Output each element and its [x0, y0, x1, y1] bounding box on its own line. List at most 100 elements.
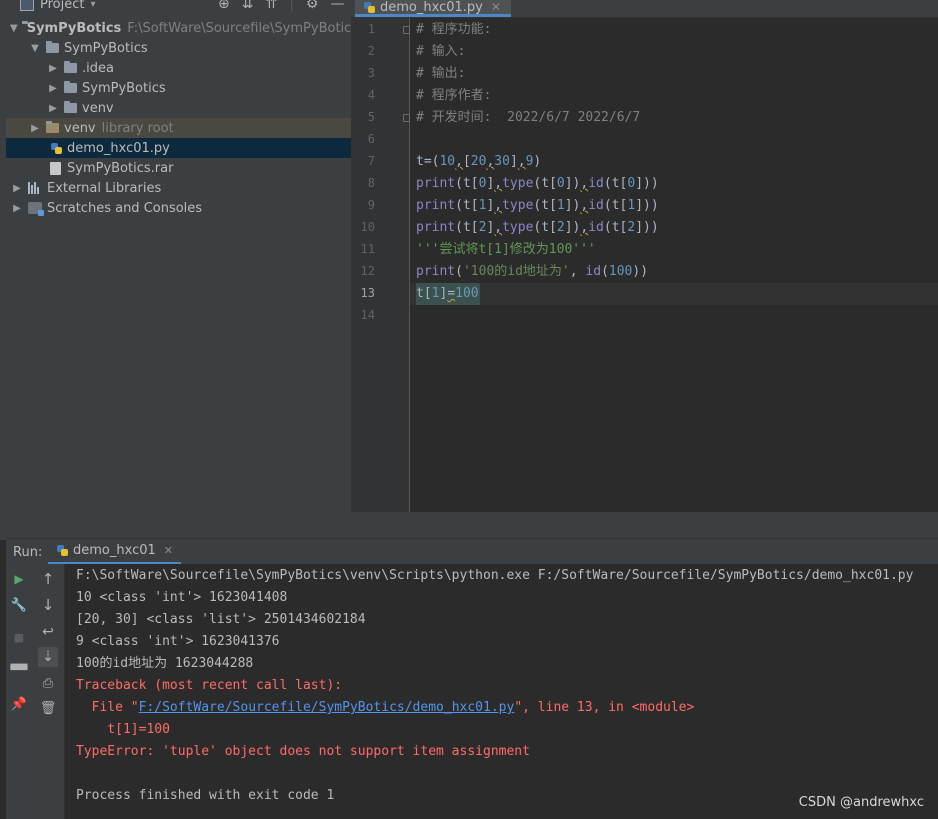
- close-icon[interactable]: ✕: [491, 0, 501, 14]
- collapse-all-icon[interactable]: ⇈: [265, 0, 277, 12]
- process-exit-line: Process finished with exit code 1: [76, 788, 335, 803]
- tree-item-label: SymPyBotics.rar: [67, 160, 174, 176]
- folder-icon: [64, 81, 77, 93]
- current-line-highlight: [410, 283, 938, 305]
- code-line-3: # 输出:: [416, 66, 466, 81]
- tree-item-label: demo_hxc01.py: [67, 140, 170, 156]
- line-number: 4: [367, 88, 375, 102]
- archive-file-icon: [50, 161, 61, 175]
- tree-item-sympybotics-folder[interactable]: ▼ SymPyBotics: [6, 38, 351, 58]
- scroll-to-end-icon[interactable]: ⇣: [38, 647, 58, 667]
- tree-item-external-libraries[interactable]: ▶ External Libraries: [6, 178, 351, 198]
- line-number: 6: [367, 132, 375, 146]
- line-number: 13: [360, 286, 375, 300]
- folder-icon: [64, 61, 77, 73]
- tree-item-venv-library-root[interactable]: ▶ venv library root: [6, 118, 351, 138]
- line-number: 14: [360, 308, 375, 322]
- line-number: 2: [367, 44, 375, 58]
- arrow-down-icon[interactable]: ↓: [38, 595, 58, 615]
- trash-icon[interactable]: 🗑: [38, 698, 58, 718]
- project-panel-header: Project ▾ ⊕ ⇊ ⇈ | ⚙ —: [6, 0, 351, 16]
- soft-wrap-icon[interactable]: ↩: [38, 622, 58, 642]
- line-number: 5: [367, 110, 375, 124]
- run-tab-label: demo_hxc01: [73, 543, 156, 558]
- scratches-icon: [28, 202, 44, 216]
- line-number: 8: [367, 176, 375, 190]
- stop-icon[interactable]: ■: [9, 627, 29, 647]
- error-message: TypeError: 'tuple' object does not suppo…: [76, 744, 530, 759]
- tree-item-sympybotics-rar[interactable]: SymPyBotics.rar: [6, 158, 351, 178]
- traceback-file-link[interactable]: F:/SoftWare/Sourcefile/SymPyBotics/demo_…: [139, 700, 515, 715]
- project-view-selector[interactable]: Project ▾: [20, 0, 96, 12]
- tree-item-label: SymPyBotics: [64, 40, 148, 56]
- python-file-icon: [363, 1, 375, 14]
- console-line: 100的id地址为 1623044288: [76, 656, 254, 671]
- editor-breadcrumb-bar: [351, 512, 938, 538]
- tree-item-sympybotics-sub[interactable]: ▶ SymPyBotics: [6, 78, 351, 98]
- tree-item-path: F:\SoftWare\Sourcefile\SymPyBotics: [127, 20, 351, 36]
- tree-item-venv-sub[interactable]: ▶ venv: [6, 98, 351, 118]
- chevron-right-icon: ▶: [49, 82, 57, 94]
- layout-icon[interactable]: ▀▀: [9, 660, 29, 680]
- traceback-file-line: File "F:/SoftWare/Sourcefile/SymPyBotics…: [76, 697, 695, 719]
- code-line-13: t[1]=100: [416, 286, 479, 301]
- rerun-icon[interactable]: ▶: [9, 569, 29, 589]
- watermark: CSDN @andrewhxc: [798, 795, 924, 810]
- code-line-11: '''尝试将t[1]修改为100''': [416, 242, 596, 257]
- line-number: 11: [360, 242, 375, 256]
- arrow-up-icon[interactable]: ↑: [38, 569, 58, 589]
- chevron-right-icon: ▶: [31, 122, 39, 134]
- console-output[interactable]: F:\SoftWare\Sourcefile\SymPyBotics\venv\…: [64, 564, 938, 819]
- tree-item-label: Scratches and Consoles: [47, 200, 203, 216]
- project-panel: Project ▾ ⊕ ⇊ ⇈ | ⚙ — ▼ SymPyBotics F:\S…: [6, 0, 351, 538]
- folder-icon: [46, 121, 59, 133]
- print-icon[interactable]: ⎙: [38, 673, 58, 693]
- fold-marker-icon[interactable]: [403, 114, 410, 122]
- project-window-icon: [20, 0, 34, 11]
- code-line-7: t=(10,[20,30],9): [416, 154, 542, 169]
- code-line-8: print(t[0],type(t[0]),id(t[0])): [416, 176, 659, 191]
- console-line: 10 <class 'int'> 1623041408: [76, 590, 288, 605]
- fold-marker-icon[interactable]: [403, 26, 410, 34]
- line-number: 1: [367, 22, 375, 36]
- code-editor[interactable]: 1 2 3 4 5 6 7 8 9 10 11 12 13 14 # 程序功能: # 输入: # 输出: …: [351, 18, 938, 538]
- tree-item-sympybotics-root[interactable]: ▼ SymPyBotics F:\SoftWare\Sourcefile\Sym…: [6, 18, 351, 38]
- tab-demo-hxc01[interactable]: demo_hxc01.py ✕: [355, 0, 511, 17]
- close-icon[interactable]: ✕: [164, 544, 173, 557]
- run-panel-header: Run: demo_hxc01 ✕: [6, 538, 938, 565]
- chevron-right-icon: ▶: [49, 102, 57, 114]
- line-number: 12: [360, 264, 375, 278]
- pin-icon[interactable]: 📌: [9, 694, 29, 714]
- chevron-down-icon: ▾: [90, 0, 96, 10]
- locate-file-icon[interactable]: ⊕: [218, 0, 230, 12]
- chevron-right-icon: ▶: [49, 62, 57, 74]
- hide-panel-icon[interactable]: —: [330, 0, 344, 12]
- tree-item-idea[interactable]: ▶ .idea: [6, 58, 351, 78]
- run-toolbar: ▶ 🔧 ■ ▀▀ 📌 ↑ ↓ ↩ ⇣ ⎙ 🗑: [6, 564, 64, 819]
- folder-icon: [64, 101, 77, 113]
- tree-item-label: venv: [64, 120, 96, 136]
- line-number: 7: [367, 154, 375, 168]
- tree-item-label: .idea: [82, 60, 114, 76]
- code-line-4: # 程序作者:: [416, 88, 492, 103]
- string-literal: '100的id地址为': [462, 264, 570, 279]
- code-line-5: # 开发时间: 2022/6/7 2022/6/7: [416, 110, 641, 125]
- tree-item-demo-hxc01[interactable]: demo_hxc01.py: [6, 138, 351, 158]
- project-panel-title: Project: [40, 0, 85, 12]
- wrench-icon[interactable]: 🔧: [9, 595, 29, 615]
- chevron-down-icon: ▼: [31, 42, 39, 54]
- tree-item-scratches[interactable]: ▶ Scratches and Consoles: [6, 198, 351, 218]
- chevron-down-icon: ▼: [10, 22, 18, 34]
- traceback-code-line: t[1]=100: [76, 722, 170, 737]
- expand-all-icon[interactable]: ⇊: [242, 0, 254, 12]
- folder-icon: [46, 41, 59, 53]
- tab-run-demo-hxc01[interactable]: demo_hxc01 ✕: [48, 539, 181, 565]
- gear-icon[interactable]: ⚙: [306, 0, 319, 12]
- line-number: 10: [360, 220, 375, 234]
- tree-item-hint: library root: [101, 120, 174, 136]
- traceback-suffix: ", line 13, in <module>: [514, 700, 695, 715]
- editor-tab-bar: demo_hxc01.py ✕: [351, 0, 938, 18]
- libraries-icon: [28, 182, 42, 194]
- chevron-right-icon: ▶: [13, 182, 21, 194]
- code-line-1: # 程序功能:: [416, 22, 492, 37]
